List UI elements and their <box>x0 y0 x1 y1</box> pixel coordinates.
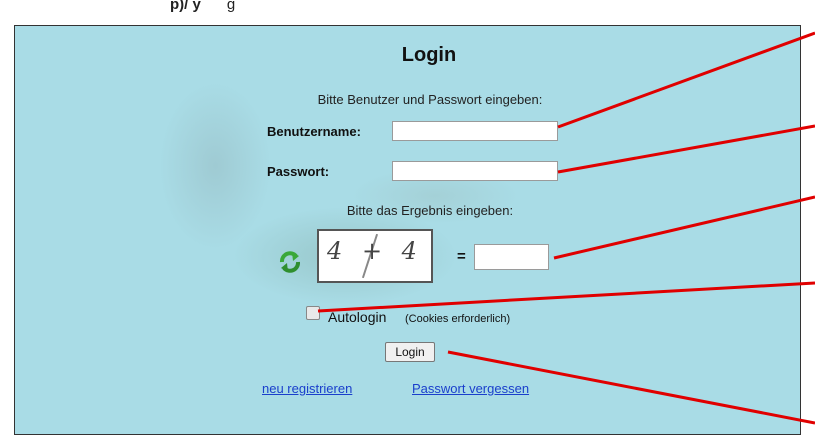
pointer-line-autologin <box>317 281 815 313</box>
pointer-line-login-button <box>447 350 815 425</box>
pointer-line-captcha <box>553 195 815 260</box>
pointer-line-password <box>557 124 815 174</box>
pointer-line-username <box>557 31 815 129</box>
annotation-pointer-lines <box>317 31 815 425</box>
